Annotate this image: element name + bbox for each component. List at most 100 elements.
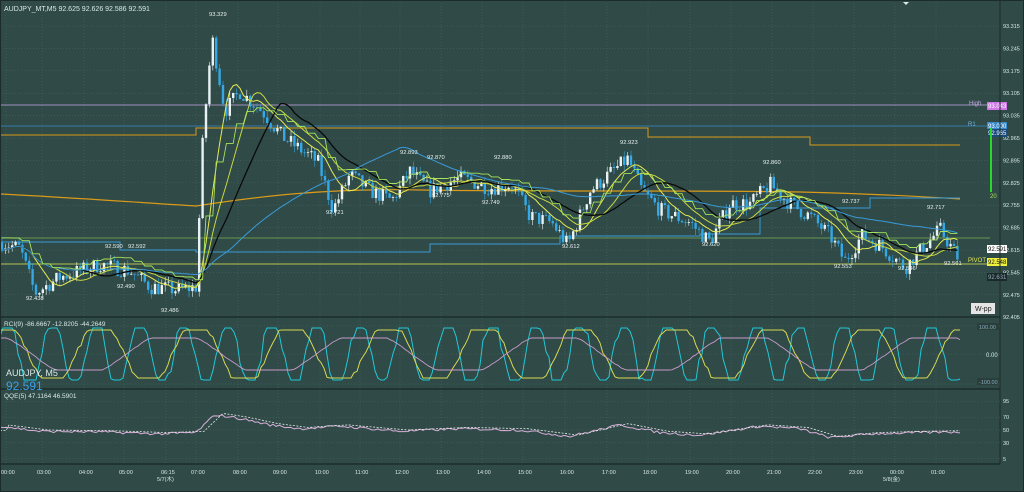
price-axis-label: 93.175	[1003, 69, 1020, 75]
candle-body	[568, 235, 571, 240]
time-axis-label: 23:00	[849, 470, 863, 476]
price-annotation: 92.923	[620, 140, 638, 146]
candle-body	[585, 204, 588, 210]
candle-body	[701, 229, 704, 242]
candle-body	[660, 203, 663, 216]
price-annotation: 92.880	[494, 155, 512, 161]
time-axis-label: 12:00	[395, 470, 409, 476]
candle-body	[412, 166, 415, 175]
candle-body	[21, 244, 24, 253]
candle-body	[759, 186, 762, 194]
candle-body	[374, 188, 378, 199]
time-axis-label: 21:00	[767, 470, 781, 476]
candle-body	[391, 196, 395, 198]
candle-body	[235, 92, 238, 95]
price-annotation: 92.749	[482, 200, 500, 206]
candle-body	[313, 151, 316, 161]
candle-body	[565, 235, 568, 243]
candle-body	[612, 166, 616, 169]
candle-body	[65, 275, 68, 279]
candle-body	[490, 188, 493, 195]
candle-body	[857, 239, 860, 254]
green-range-bar	[990, 128, 992, 192]
candle-body	[45, 285, 48, 290]
candle-body	[38, 293, 41, 295]
candle-body	[279, 126, 282, 129]
time-axis-label: 14:00	[477, 470, 491, 476]
candle-body	[157, 283, 160, 294]
price-annotation: 92.717	[927, 205, 945, 211]
candle-body	[357, 173, 361, 176]
candle-body	[657, 202, 660, 216]
candle-body	[466, 174, 469, 177]
candle-body	[497, 184, 500, 195]
candle-body	[24, 252, 27, 261]
time-axis-label: 17:00	[602, 470, 616, 476]
candle-body	[619, 156, 622, 167]
candle-body	[126, 265, 129, 275]
candle-body	[272, 127, 276, 132]
time-axis-label: 00:00	[1, 470, 15, 476]
candle-body	[680, 221, 684, 223]
candle-body	[544, 215, 548, 216]
candle-body	[55, 272, 58, 282]
price-annotation: 92.590	[105, 244, 123, 250]
candle-body	[402, 175, 405, 186]
candle-body	[884, 248, 888, 257]
candle-body	[667, 205, 670, 219]
time-axis-label: 13:00	[436, 470, 450, 476]
time-axis-label: 22:00	[808, 470, 822, 476]
candle-body	[28, 260, 31, 270]
candle-body	[952, 243, 956, 246]
candle-body	[211, 37, 214, 66]
candle-body	[34, 284, 38, 295]
candle-body	[368, 181, 371, 184]
candle-body	[939, 222, 942, 226]
candle-body	[847, 257, 850, 260]
candle-body	[340, 185, 344, 200]
trading-chart[interactable]: AUDJPY_MT,M5 92.625 92.626 92.586 92.591…	[0, 0, 1024, 492]
price-annotation: 92.486	[161, 308, 179, 314]
candle-body	[75, 266, 78, 278]
candle-body	[674, 211, 677, 217]
candle-body	[708, 232, 711, 239]
time-axis-label: 03:00	[37, 470, 51, 476]
candle-body	[548, 215, 551, 222]
candle-body	[153, 283, 157, 295]
candle-body	[527, 205, 531, 221]
candle-body	[718, 218, 721, 229]
candle-body	[269, 123, 272, 128]
candle-body	[806, 212, 809, 219]
candle-body	[895, 258, 898, 262]
candle-body	[204, 104, 208, 138]
candle-body	[371, 183, 374, 199]
candle-body	[140, 273, 143, 276]
time-axis-label: 01:00	[931, 470, 945, 476]
oscillator-axis-label: 50	[1003, 428, 1009, 434]
time-axis-label: 08:00	[233, 470, 247, 476]
candle-body	[524, 195, 527, 206]
price-annotation: 92.620	[702, 242, 720, 248]
candle-body	[922, 243, 925, 253]
candle-body	[850, 258, 854, 260]
candle-body	[813, 214, 816, 216]
candle-body	[147, 281, 150, 290]
price-annotation: 92.553	[834, 264, 852, 270]
candle-body	[317, 155, 320, 161]
candle-body	[58, 272, 61, 280]
candle-body	[837, 240, 840, 244]
candle-body	[932, 235, 935, 240]
candle-body	[306, 152, 310, 154]
current-price: 92.591	[988, 247, 1007, 253]
candle-body	[687, 222, 690, 224]
candle-body	[653, 197, 656, 203]
candle-body	[765, 187, 769, 193]
candle-body	[337, 199, 340, 204]
pivot-label: PIVOT	[968, 258, 986, 264]
price-axis-label: 93.105	[1003, 91, 1020, 97]
price-axis-label: 92.895	[1003, 158, 1020, 164]
candle-body	[232, 92, 235, 99]
candle-body	[946, 237, 949, 247]
candle-body	[344, 185, 347, 187]
candle-body	[31, 269, 34, 285]
